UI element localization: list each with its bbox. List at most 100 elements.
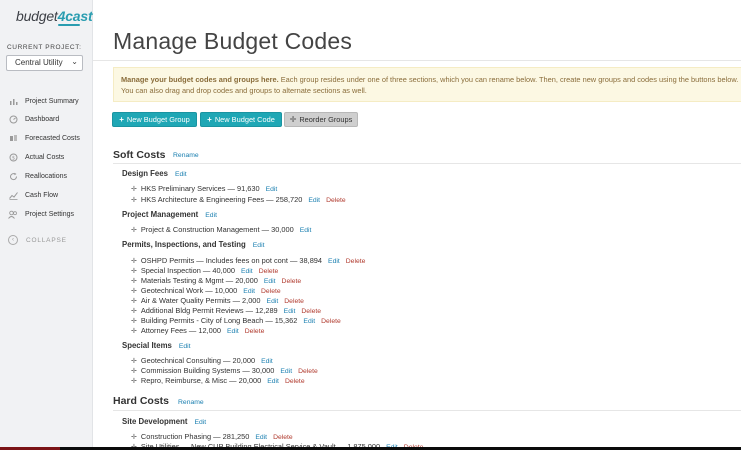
code-text: Geotechnical Consulting — 20,000	[140, 356, 256, 365]
svg-text:$: $	[11, 155, 14, 161]
edit-code-link[interactable]: Edit	[303, 318, 315, 325]
section-title-hard-costs: Hard Costs	[113, 395, 170, 407]
edit-code-link[interactable]: Edit	[267, 378, 279, 385]
group-name: Special Items	[122, 341, 172, 350]
move-icon: ✛	[289, 115, 297, 124]
page-title: Manage Budget Codes	[113, 28, 353, 54]
edit-code-link[interactable]: Edit	[255, 434, 267, 441]
delete-code-link[interactable]: Delete	[346, 258, 366, 265]
rename-section-button[interactable]: Rename	[173, 152, 199, 159]
code-text: Construction Phasing — 281,250	[140, 432, 250, 441]
delete-code-link[interactable]: Delete	[285, 378, 305, 385]
group-title: Special Items Edit	[122, 341, 191, 350]
drag-handle-icon[interactable]: ✛	[131, 227, 137, 234]
edit-group-link[interactable]: Edit	[205, 212, 217, 219]
edit-group-link[interactable]: Edit	[253, 242, 265, 249]
list-item: ✛ Additional Bldg Permit Reviews — 12,289…	[131, 306, 321, 315]
reorder-groups-button[interactable]: ✛ Reorder Groups	[284, 112, 358, 127]
divider	[93, 60, 741, 61]
logo-text-cast: cast	[65, 8, 93, 24]
edit-code-link[interactable]: Edit	[308, 197, 320, 204]
list-item: ✛ Construction Phasing — 281,250 Edit Delet…	[131, 432, 293, 441]
edit-group-link[interactable]: Edit	[175, 171, 187, 178]
code-text: Additional Bldg Permit Reviews — 12,289	[140, 306, 278, 315]
edit-code-link[interactable]: Edit	[266, 186, 278, 193]
edit-code-link[interactable]: Edit	[264, 278, 276, 285]
rename-section-button[interactable]: Rename	[178, 399, 204, 406]
sidebar-item-dashboard[interactable]: Dashboard	[8, 112, 88, 126]
list-item: ✛ Geotechnical Work — 10,000 Edit Delete	[131, 286, 281, 295]
sidebar-item-actual-costs[interactable]: $ Actual Costs	[8, 150, 88, 164]
sidebar-item-cash-flow[interactable]: Cash Flow	[8, 188, 88, 202]
logo-underline	[58, 24, 80, 26]
code-text: HKS Architecture & Engineering Fees — 25…	[140, 195, 303, 204]
edit-code-link[interactable]: Edit	[261, 358, 273, 365]
delete-code-link[interactable]: Delete	[321, 318, 341, 325]
drag-handle-icon[interactable]: ✛	[131, 328, 137, 335]
sidebar-item-label: Forecasted Costs	[25, 134, 80, 142]
list-item: ✛ Commission Building Systems — 30,000 Edi…	[131, 366, 318, 375]
delete-code-link[interactable]: Delete	[326, 197, 346, 204]
drag-handle-icon[interactable]: ✛	[131, 378, 137, 385]
project-select[interactable]: Central Utility ⌄	[6, 55, 83, 71]
group-title: Site Development Edit	[122, 417, 206, 426]
sidebar-item-project-summary[interactable]: Project Summary	[8, 94, 88, 108]
drag-handle-icon[interactable]: ✛	[131, 288, 137, 295]
current-project-label: CURRENT PROJECT:	[7, 44, 82, 51]
delete-code-link[interactable]: Delete	[261, 288, 281, 295]
delete-code-link[interactable]: Delete	[273, 434, 293, 441]
list-item: ✛ Repro, Reimburse, & Misc — 20,000 Edit De…	[131, 376, 305, 385]
refresh-icon	[8, 171, 18, 181]
sidebar-item-label: Project Summary	[25, 97, 79, 105]
line-chart-icon	[8, 190, 18, 200]
edit-code-link[interactable]: Edit	[328, 258, 340, 265]
delete-code-link[interactable]: Delete	[301, 308, 321, 315]
drag-handle-icon[interactable]: ✛	[131, 268, 137, 275]
code-text: OSHPD Permits — Includes fees on pot con…	[140, 256, 323, 265]
edit-code-link[interactable]: Edit	[300, 227, 312, 234]
drag-handle-icon[interactable]: ✛	[131, 434, 137, 441]
edit-group-link[interactable]: Edit	[194, 419, 206, 426]
edit-code-link[interactable]: Edit	[267, 298, 279, 305]
drag-handle-icon[interactable]: ✛	[131, 278, 137, 285]
edit-code-link[interactable]: Edit	[241, 268, 253, 275]
edit-code-link[interactable]: Edit	[280, 368, 292, 375]
drag-handle-icon[interactable]: ✛	[131, 308, 137, 315]
delete-code-link[interactable]: Delete	[245, 328, 265, 335]
new-budget-code-button[interactable]: + New Budget Code	[200, 112, 282, 127]
drag-handle-icon[interactable]: ✛	[131, 358, 137, 365]
drag-handle-icon[interactable]: ✛	[131, 186, 137, 193]
app-logo[interactable]: budget4cast	[16, 8, 93, 24]
group-name: Permits, Inspections, and Testing	[122, 240, 246, 249]
edit-code-link[interactable]: Edit	[227, 328, 239, 335]
drag-handle-icon[interactable]: ✛	[131, 197, 137, 204]
code-text: Materials Testing & Mgmt — 20,000	[140, 276, 258, 285]
collapse-sidebar-button[interactable]: ‹ COLLAPSE	[8, 235, 67, 245]
drag-handle-icon[interactable]: ✛	[131, 318, 137, 325]
group-name: Site Development	[122, 417, 188, 426]
sidebar-item-project-settings[interactable]: Project Settings	[8, 207, 88, 221]
notice-bold-text: Manage your budget codes and groups here…	[121, 75, 279, 84]
new-budget-group-button[interactable]: + New Budget Group	[112, 112, 197, 127]
sidebar-item-reallocations[interactable]: Reallocations	[8, 169, 88, 183]
delete-code-link[interactable]: Delete	[259, 268, 279, 275]
list-item: ✛ Project & Construction Management — 30,…	[131, 225, 311, 234]
delete-code-link[interactable]: Delete	[282, 278, 302, 285]
sidebar-item-forecasted-costs[interactable]: Forecasted Costs	[8, 131, 88, 145]
group-title: Project Management Edit	[122, 210, 217, 219]
drag-handle-icon[interactable]: ✛	[131, 258, 137, 265]
logo-text-budget: budget	[16, 8, 58, 24]
code-text: Air & Water Quality Permits — 2,000	[140, 296, 261, 305]
users-icon	[8, 209, 18, 219]
drag-handle-icon[interactable]: ✛	[131, 368, 137, 375]
sidebar-item-label: Project Settings	[25, 210, 75, 218]
sidebar-item-label: Dashboard	[25, 115, 60, 123]
gauge-icon	[8, 114, 18, 124]
delete-code-link[interactable]: Delete	[298, 368, 318, 375]
drag-handle-icon[interactable]: ✛	[131, 298, 137, 305]
edit-group-link[interactable]: Edit	[179, 343, 191, 350]
delete-code-link[interactable]: Delete	[284, 298, 304, 305]
project-select-value: Central Utility	[15, 58, 63, 67]
edit-code-link[interactable]: Edit	[284, 308, 296, 315]
edit-code-link[interactable]: Edit	[243, 288, 255, 295]
